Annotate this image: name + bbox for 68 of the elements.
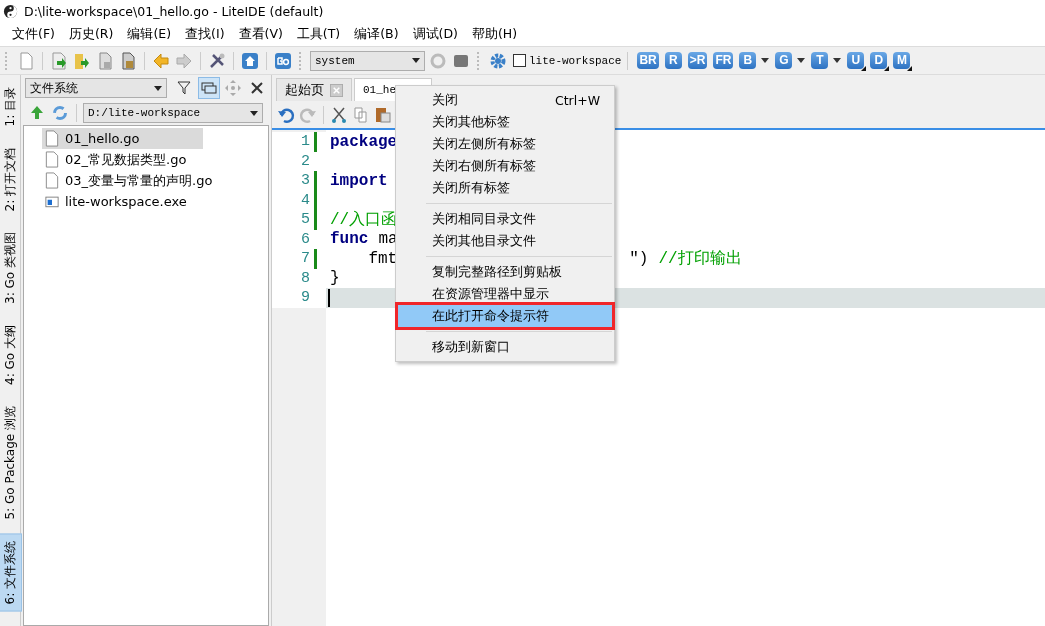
- application-icon: [45, 193, 59, 210]
- menu-item[interactable]: 帮助(H): [465, 23, 524, 45]
- code-text: //入口函: [330, 210, 398, 231]
- go-icon[interactable]: [273, 50, 293, 71]
- side-tab[interactable]: 2: 打开文档: [0, 141, 21, 217]
- file-item[interactable]: 01_hello.go: [42, 128, 203, 149]
- menu-item[interactable]: 历史(R): [62, 23, 120, 45]
- side-tab[interactable]: 3: Go 类视图: [0, 226, 21, 310]
- menu-item[interactable]: 查找(I): [179, 23, 231, 45]
- code-text: package: [330, 132, 398, 151]
- side-tab[interactable]: 6: 文件系统: [0, 534, 22, 612]
- menu-item[interactable]: 关闭其他标签: [398, 111, 612, 133]
- file-icon: [45, 172, 59, 189]
- code-text: "): [629, 249, 649, 268]
- caret-icon: [412, 58, 420, 63]
- menu-item[interactable]: 关闭其他目录文件: [398, 230, 612, 252]
- open-file-icon[interactable]: [49, 50, 69, 71]
- window-title: D:\lite-workspace\01_hello.go - LiteIDE (default): [24, 3, 324, 19]
- environment-dropdown[interactable]: system: [310, 50, 425, 71]
- menu-item[interactable]: 查看(V): [232, 23, 289, 45]
- caret-icon: [154, 85, 162, 91]
- file-item[interactable]: 02_常见数据类型.go: [42, 149, 203, 170]
- menu-item[interactable]: 复制完整路径到剪贴板: [398, 261, 612, 283]
- caret-icon[interactable]: [833, 58, 842, 63]
- menu-item[interactable]: 关闭右侧所有标签: [398, 155, 612, 177]
- home-icon[interactable]: [240, 50, 260, 71]
- code-text: }: [330, 269, 340, 288]
- line-number: 7: [301, 250, 310, 268]
- menu-item[interactable]: 移动到新窗口: [398, 336, 612, 358]
- menu-item[interactable]: 编译(B): [348, 23, 405, 45]
- line-number: 8: [301, 269, 310, 287]
- file-icon: [45, 130, 59, 147]
- project-checkbox[interactable]: lite-workspace: [513, 54, 622, 67]
- line-number: 5: [301, 211, 310, 229]
- line-number: 4: [301, 191, 310, 209]
- file-icon: [45, 151, 59, 168]
- menu-item[interactable]: 关闭所有标签: [398, 177, 612, 199]
- code-text: //打印输出: [658, 249, 742, 270]
- code-text: fmt: [367, 249, 398, 268]
- menu-item[interactable]: 文件(F): [6, 23, 61, 45]
- code-text: import: [330, 171, 388, 190]
- line-number: 1: [301, 133, 310, 151]
- side-tab[interactable]: 4: Go 大纲: [0, 318, 21, 391]
- file-item[interactable]: lite-workspace.exe: [42, 191, 203, 212]
- caret-icon[interactable]: [797, 58, 806, 63]
- menu-item[interactable]: 在资源管理器中显示: [398, 283, 612, 305]
- menu-item[interactable]: 调试(D): [406, 23, 464, 45]
- file-item[interactable]: 03_变量与常量的声明.go: [42, 170, 213, 191]
- caret-icon: [250, 110, 258, 116]
- menu-item[interactable]: 关闭相同目录文件: [398, 208, 612, 230]
- code-text: func: [330, 230, 369, 249]
- app-logo-icon: [3, 3, 18, 19]
- line-number: 2: [301, 152, 310, 170]
- text-cursor: [328, 288, 330, 307]
- line-number: 3: [301, 172, 310, 190]
- side-tab[interactable]: 1: 目录: [0, 81, 21, 133]
- side-tab[interactable]: 5: Go Package 浏览: [0, 399, 21, 526]
- menu-item[interactable]: 编辑(E): [121, 23, 178, 45]
- menu-item[interactable]: 关闭左侧所有标签: [398, 133, 612, 155]
- line-number: 9: [301, 289, 310, 307]
- editor-tab[interactable]: 起始页: [276, 78, 352, 101]
- path-dropdown[interactable]: D:/lite-workspace: [83, 103, 263, 123]
- view-dropdown[interactable]: 文件系统: [25, 78, 167, 98]
- caret-icon[interactable]: [761, 58, 770, 63]
- menu-item[interactable]: 在此打开命令提示符: [398, 305, 612, 327]
- line-number: 6: [301, 230, 310, 248]
- menu-item[interactable]: 工具(T): [290, 23, 347, 45]
- windows-icon[interactable]: [199, 78, 219, 98]
